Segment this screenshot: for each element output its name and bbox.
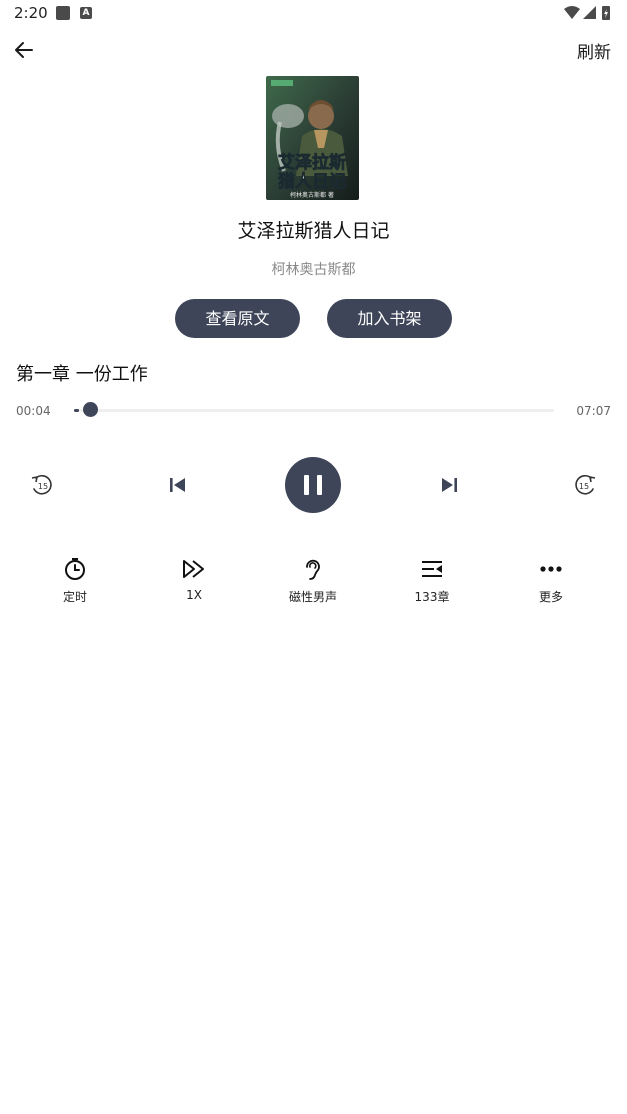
signal-icon xyxy=(583,6,596,19)
notification-icon xyxy=(56,6,70,20)
skip-next-icon xyxy=(442,478,457,492)
more-label: 更多 xyxy=(538,590,563,604)
back-arrow-icon xyxy=(15,42,33,58)
rewind-15-icon: 15 xyxy=(31,475,52,495)
speed-label: 1X xyxy=(186,588,202,602)
cover-title-line1: 艾泽拉斯 xyxy=(278,152,346,173)
forward-15-button[interactable]: 15 xyxy=(572,472,598,498)
notification-a-icon: A xyxy=(80,7,92,19)
refresh-button[interactable]: 刷新 xyxy=(577,38,611,63)
back-button[interactable] xyxy=(10,36,38,64)
chapter-list-button[interactable]: 133章 xyxy=(392,556,472,605)
cover-author: 柯林奥古斯都 著 xyxy=(290,191,334,199)
cover-title-line2: 猎人日记 xyxy=(278,171,346,192)
speed-button[interactable]: 1X xyxy=(154,556,234,602)
book-cover: 艾泽拉斯 猎人日记 柯林奥古斯都 著 xyxy=(266,76,359,200)
book-title: 艾泽拉斯猎人日记 xyxy=(237,220,390,242)
view-original-button[interactable]: 查看原文 xyxy=(175,299,300,338)
status-bar: 2:20 A xyxy=(0,0,627,26)
voice-label: 磁性男声 xyxy=(288,590,337,604)
total-time: 07:07 xyxy=(576,404,611,418)
wifi-icon xyxy=(564,6,580,19)
timer-button[interactable]: 定时 xyxy=(35,556,115,605)
battery-icon xyxy=(602,6,610,20)
previous-chapter-button[interactable] xyxy=(166,474,188,496)
timer-label: 定时 xyxy=(62,590,87,604)
rewind-15-button[interactable]: 15 xyxy=(29,472,55,498)
pause-button[interactable] xyxy=(285,457,341,513)
chapter-count-label: 133章 xyxy=(414,590,450,604)
forward-seconds: 15 xyxy=(579,482,589,491)
next-chapter-button[interactable] xyxy=(439,474,461,496)
progress-thumb[interactable] xyxy=(82,402,98,417)
add-to-shelf-button[interactable]: 加入书架 xyxy=(327,299,452,338)
voice-button[interactable]: 磁性男声 xyxy=(273,556,353,605)
ear-icon xyxy=(306,559,320,580)
more-button[interactable]: 更多 xyxy=(511,556,591,605)
forward-15-icon: 15 xyxy=(575,475,596,495)
rewind-seconds: 15 xyxy=(38,482,48,491)
more-dots-icon xyxy=(540,566,562,572)
book-author[interactable]: 柯林奥古斯都 xyxy=(0,259,627,279)
current-time: 00:04 xyxy=(16,404,51,418)
chapter-title: 第一章 一份工作 xyxy=(16,364,148,385)
skip-previous-icon xyxy=(170,478,185,492)
chapter-list-icon xyxy=(422,561,442,577)
progress-track[interactable] xyxy=(74,409,554,412)
status-icons xyxy=(563,4,613,26)
progress-fill xyxy=(74,409,79,412)
status-time: 2:20 xyxy=(14,4,48,22)
pause-icon xyxy=(304,475,322,495)
speed-icon xyxy=(183,560,204,578)
timer-icon xyxy=(65,558,85,580)
